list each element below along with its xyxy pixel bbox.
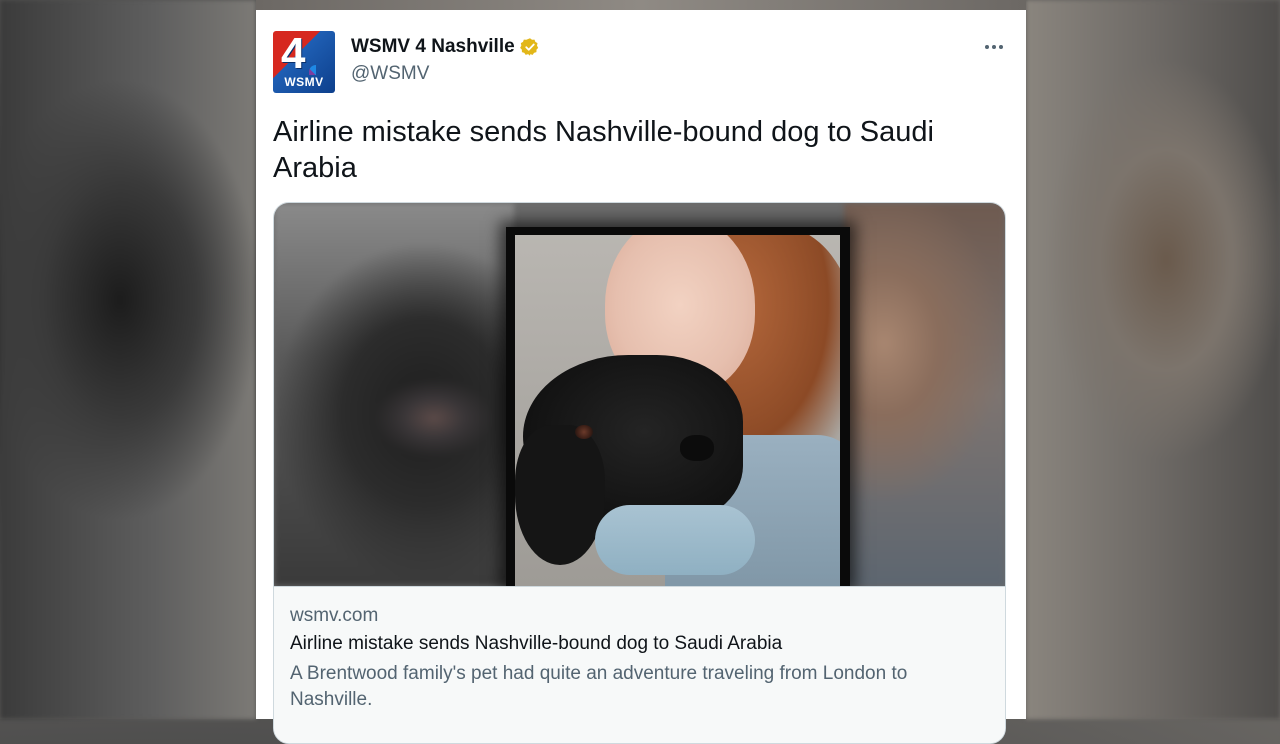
author-name[interactable]: WSMV 4 Nashville [351, 36, 515, 58]
author-row: WSMV 4 Nashville [351, 36, 540, 58]
more-dot-2 [992, 45, 996, 49]
photo-dog-eye [575, 425, 593, 439]
tweet-card: 4 WSMV WSMV 4 Nashville @WSMV Airline mi… [256, 10, 1026, 744]
verified-badge-icon [519, 38, 538, 56]
more-dot-1 [985, 45, 989, 49]
more-dot-3 [999, 45, 1003, 49]
photo-dog-ear [515, 425, 605, 565]
link-preview-image[interactable] [274, 203, 1005, 586]
image-blur-right [844, 203, 1005, 586]
background-blur-right [1026, 0, 1280, 719]
avatar-channel-number: 4 [281, 31, 306, 78]
link-title: Airline mistake sends Nashville-bound do… [290, 633, 783, 654]
tweet-text: Airline mistake sends Nashville-bound do… [273, 116, 934, 184]
avatar-call-letters: WSMV [284, 75, 324, 89]
link-preview-card[interactable]: wsmv.com Airline mistake sends Nashville… [273, 202, 1006, 744]
more-options-icon[interactable] [980, 37, 1008, 57]
photo-arm [595, 505, 755, 575]
author-handle[interactable]: @WSMV [351, 63, 429, 85]
peacock-icon [309, 65, 323, 75]
link-preview-footer[interactable]: wsmv.com Airline mistake sends Nashville… [274, 586, 1005, 743]
dog-photo [515, 235, 840, 586]
background-blur-left [0, 0, 256, 719]
image-blur-left [274, 203, 514, 586]
photo-dog-nose [680, 435, 714, 461]
link-domain: wsmv.com [290, 605, 379, 626]
background-blur-top [256, 0, 1026, 10]
avatar[interactable]: 4 WSMV [273, 31, 335, 93]
link-description: A Brentwood family's pet had quite an ad… [290, 663, 908, 710]
